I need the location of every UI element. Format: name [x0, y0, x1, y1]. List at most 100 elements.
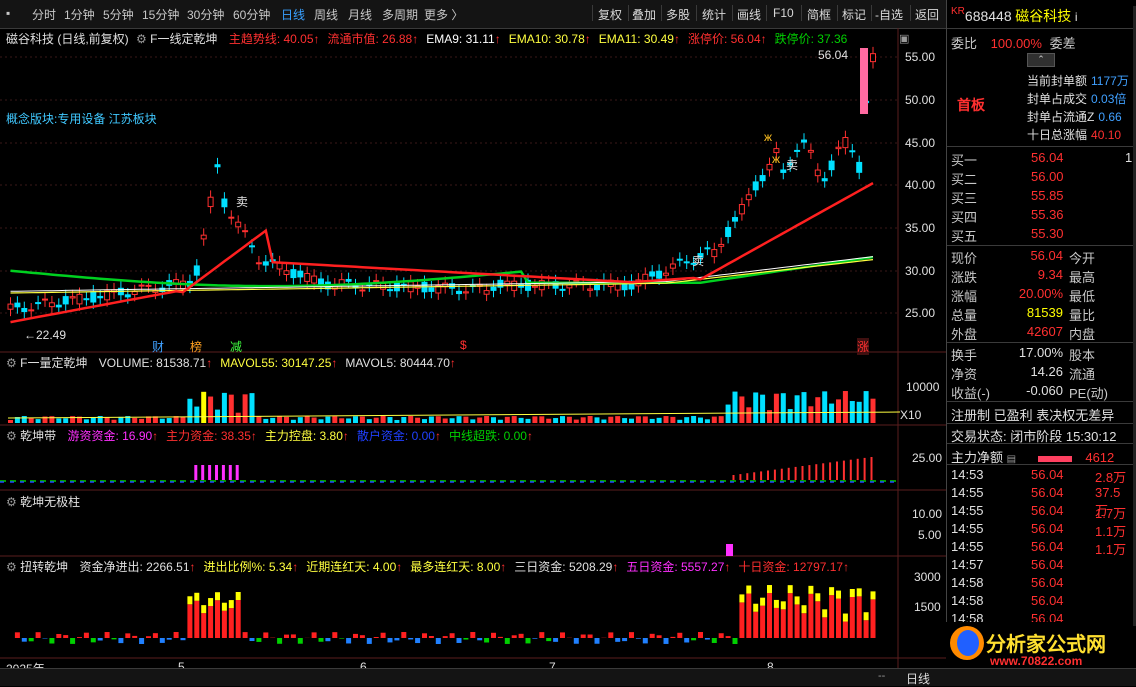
- multi-stock-button[interactable]: 多股: [666, 6, 690, 23]
- qiankun-panel-header: ⚙ 乾坤带 游资资金: 16.90↑主力资金: 38.35↑主力控盘: 3.80…: [6, 427, 533, 444]
- volume-bar: [802, 392, 807, 423]
- simple-frame-button[interactable]: 简框: [807, 6, 831, 23]
- seal-info-row: 十日总涨幅40.10: [1027, 126, 1121, 143]
- add-watchlist-button[interactable]: -自选: [875, 6, 903, 23]
- info-icon[interactable]: i: [1075, 10, 1078, 24]
- zoom-out-button[interactable]: --: [878, 670, 885, 682]
- tick-row[interactable]: 14:5356.042.8万: [951, 467, 1131, 482]
- mark-button[interactable]: 标记: [842, 6, 866, 23]
- statistics-button[interactable]: 统计: [702, 6, 726, 23]
- up-arrow-icon: ↑: [500, 560, 506, 574]
- candle-body: [726, 227, 731, 236]
- up-arrow-icon: ↑: [495, 32, 501, 46]
- tick-row[interactable]: 14:5556.0437.5万: [951, 485, 1131, 500]
- tab-60min[interactable]: 60分钟: [233, 6, 270, 23]
- volume-bar: [187, 399, 192, 423]
- volume-bar: [532, 416, 537, 423]
- tick-row[interactable]: 14:5856.04: [951, 575, 1131, 590]
- price-axis-label: 40.00: [905, 178, 935, 192]
- tick-row[interactable]: 14:5556.041.1万: [951, 521, 1131, 536]
- tab-30min[interactable]: 30分钟: [187, 6, 224, 23]
- draw-line-button[interactable]: 画线: [737, 6, 761, 23]
- bid-row[interactable]: 买三55.85: [951, 188, 1131, 207]
- volume-bar: [167, 418, 172, 423]
- candle-body: [829, 161, 834, 170]
- logo-swoosh: [957, 630, 979, 656]
- qiankun-indicator-name[interactable]: 乾坤带: [20, 429, 56, 443]
- tab-more[interactable]: 更多 〉: [424, 6, 463, 23]
- tab-multi-period[interactable]: 多周期: [382, 6, 418, 23]
- flow-bar: [546, 638, 551, 641]
- seal-info-row: 封单占成交0.03倍: [1027, 90, 1126, 107]
- f10-button[interactable]: F10: [773, 6, 794, 20]
- candle-body: [595, 285, 600, 289]
- collapse-arrow-icon[interactable]: ⌃: [1027, 53, 1055, 67]
- taiji-indicator-name[interactable]: 乾坤无极柱: [20, 495, 80, 509]
- bottom-day-tab[interactable]: 日线: [906, 670, 930, 687]
- tab-15min[interactable]: 15分钟: [142, 6, 179, 23]
- bid-row[interactable]: 买四55.36: [951, 207, 1131, 226]
- taiji-panel-header: ⚙ 乾坤无极柱: [6, 493, 80, 510]
- tab-daily[interactable]: 日线: [281, 6, 305, 23]
- volume-bar: [291, 420, 296, 423]
- candle-body: [588, 289, 593, 290]
- bid-row[interactable]: 买二56.00: [951, 169, 1131, 188]
- tick-row[interactable]: 14:5556.041.1万: [951, 539, 1131, 554]
- volume-indicator-name[interactable]: F一量定乾坤: [20, 356, 87, 370]
- flow-bar: [670, 637, 675, 638]
- tab-5min[interactable]: 5分钟: [103, 6, 134, 23]
- tick-row[interactable]: 14:5556.041.7万: [951, 503, 1131, 518]
- qk-bar: [871, 457, 873, 480]
- flow-bar: [622, 638, 627, 641]
- event-finance-label[interactable]: 财: [152, 338, 164, 355]
- tab-1min[interactable]: 1分钟: [64, 6, 95, 23]
- volume-bar: [829, 404, 834, 423]
- candle-body: [802, 140, 807, 142]
- volume-panel-header: ⚙ F一量定乾坤 VOLUME: 81538.71↑MAVOL55: 30147…: [6, 354, 456, 371]
- volume-bar: [222, 393, 227, 423]
- bid-row[interactable]: 买一56.041: [951, 150, 1131, 169]
- tab-monthly[interactable]: 月线: [348, 6, 372, 23]
- panel-expand-icon[interactable]: ▣: [899, 32, 909, 45]
- volume-bar: [512, 416, 517, 423]
- indicator-settings-icon[interactable]: ⚙: [6, 560, 17, 574]
- flow-bar: [401, 632, 406, 638]
- flow-indicator-name[interactable]: 扭转乾坤: [20, 560, 68, 574]
- flow-bar: [505, 638, 510, 644]
- event-limit-label[interactable]: 涨: [857, 338, 869, 355]
- volume-bar: [132, 418, 137, 423]
- up-arrow-icon: ↑: [343, 429, 349, 443]
- indicator-settings-icon[interactable]: ⚙: [6, 495, 17, 509]
- indicator-settings-icon[interactable]: ⚙: [6, 429, 17, 443]
- flow-bar: [450, 633, 455, 638]
- volume-bar: [539, 416, 544, 423]
- tab-fenshi[interactable]: 分时: [32, 6, 56, 23]
- indicator-settings-icon[interactable]: ⚙: [136, 32, 147, 46]
- qiankun-value: 中线超跌: 0.00: [449, 429, 527, 443]
- event-list-label[interactable]: 榜: [190, 338, 202, 355]
- tab-weekly[interactable]: 周线: [314, 6, 338, 23]
- event-dollar-label[interactable]: $: [460, 338, 467, 352]
- volume-bar: [105, 417, 110, 423]
- tick-row[interactable]: 14:5856.04: [951, 593, 1131, 608]
- menu-square-icon[interactable]: ▪: [6, 6, 10, 20]
- candle-body: [146, 285, 151, 286]
- restore-right-button[interactable]: 复权: [598, 6, 622, 23]
- flow-bar-top: [850, 589, 855, 597]
- overlay-button[interactable]: 叠加: [632, 6, 656, 23]
- flow-bar: [187, 604, 192, 638]
- flow-bar: [788, 593, 793, 638]
- volume-bar: [698, 418, 703, 423]
- indicator-name[interactable]: F一线定乾坤: [150, 32, 217, 46]
- bid-row[interactable]: 买五55.30: [951, 226, 1131, 245]
- flow-bar: [77, 637, 82, 638]
- tick-row[interactable]: 14:5756.04: [951, 557, 1131, 572]
- divider: [628, 5, 629, 21]
- flow-axis-label: 3000: [914, 570, 941, 584]
- event-reduce-label[interactable]: 减: [230, 338, 242, 355]
- back-button[interactable]: 返回: [915, 6, 939, 23]
- volume-bar: [284, 417, 289, 423]
- indicator-settings-icon[interactable]: ⚙: [6, 356, 17, 370]
- flow-bar: [98, 638, 103, 641]
- divider: [696, 5, 697, 21]
